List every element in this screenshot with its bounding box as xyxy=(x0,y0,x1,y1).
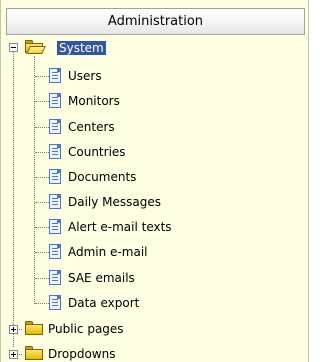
page-icon xyxy=(49,169,61,184)
tree-item-label[interactable]: Centers xyxy=(66,120,117,134)
tree-node-label[interactable]: Public pages xyxy=(46,322,126,336)
page-icon xyxy=(49,244,61,259)
tree-item-label[interactable]: Documents xyxy=(66,170,138,184)
page-icon xyxy=(49,295,61,310)
expand-icon[interactable] xyxy=(9,325,18,334)
page-icon xyxy=(49,219,61,234)
collapse-icon[interactable] xyxy=(9,43,18,52)
tree-item-label[interactable]: Users xyxy=(66,69,104,83)
page-icon xyxy=(49,270,61,285)
tree-line-system xyxy=(34,56,35,304)
tree-node-label[interactable]: System xyxy=(56,40,107,56)
admin-panel: Administration System Users Monitors Cen… xyxy=(0,0,309,362)
tree-node-label[interactable]: Dropdowns xyxy=(46,347,118,361)
expand-icon[interactable] xyxy=(9,350,18,359)
tree-item-label[interactable]: Daily Messages xyxy=(66,195,163,209)
page-icon xyxy=(49,194,61,209)
folder-icon xyxy=(25,321,43,335)
open-folder-icon xyxy=(25,40,46,54)
admin-tree: System Users Monitors Centers Countries … xyxy=(1,0,310,362)
page-icon xyxy=(49,68,61,83)
tree-item-label[interactable]: Alert e-mail texts xyxy=(66,220,174,234)
tree-line-root xyxy=(13,47,14,347)
tree-item-label[interactable]: Countries xyxy=(66,145,128,159)
folder-icon xyxy=(25,346,43,360)
page-icon xyxy=(49,144,61,159)
tree-item-label[interactable]: SAE emails xyxy=(66,271,137,285)
tree-item-label[interactable]: Monitors xyxy=(66,94,122,108)
tree-item-label[interactable]: Data export xyxy=(66,296,141,310)
tree-item-label[interactable]: Admin e-mail xyxy=(66,245,149,259)
page-icon xyxy=(49,93,61,108)
page-icon xyxy=(49,119,61,134)
